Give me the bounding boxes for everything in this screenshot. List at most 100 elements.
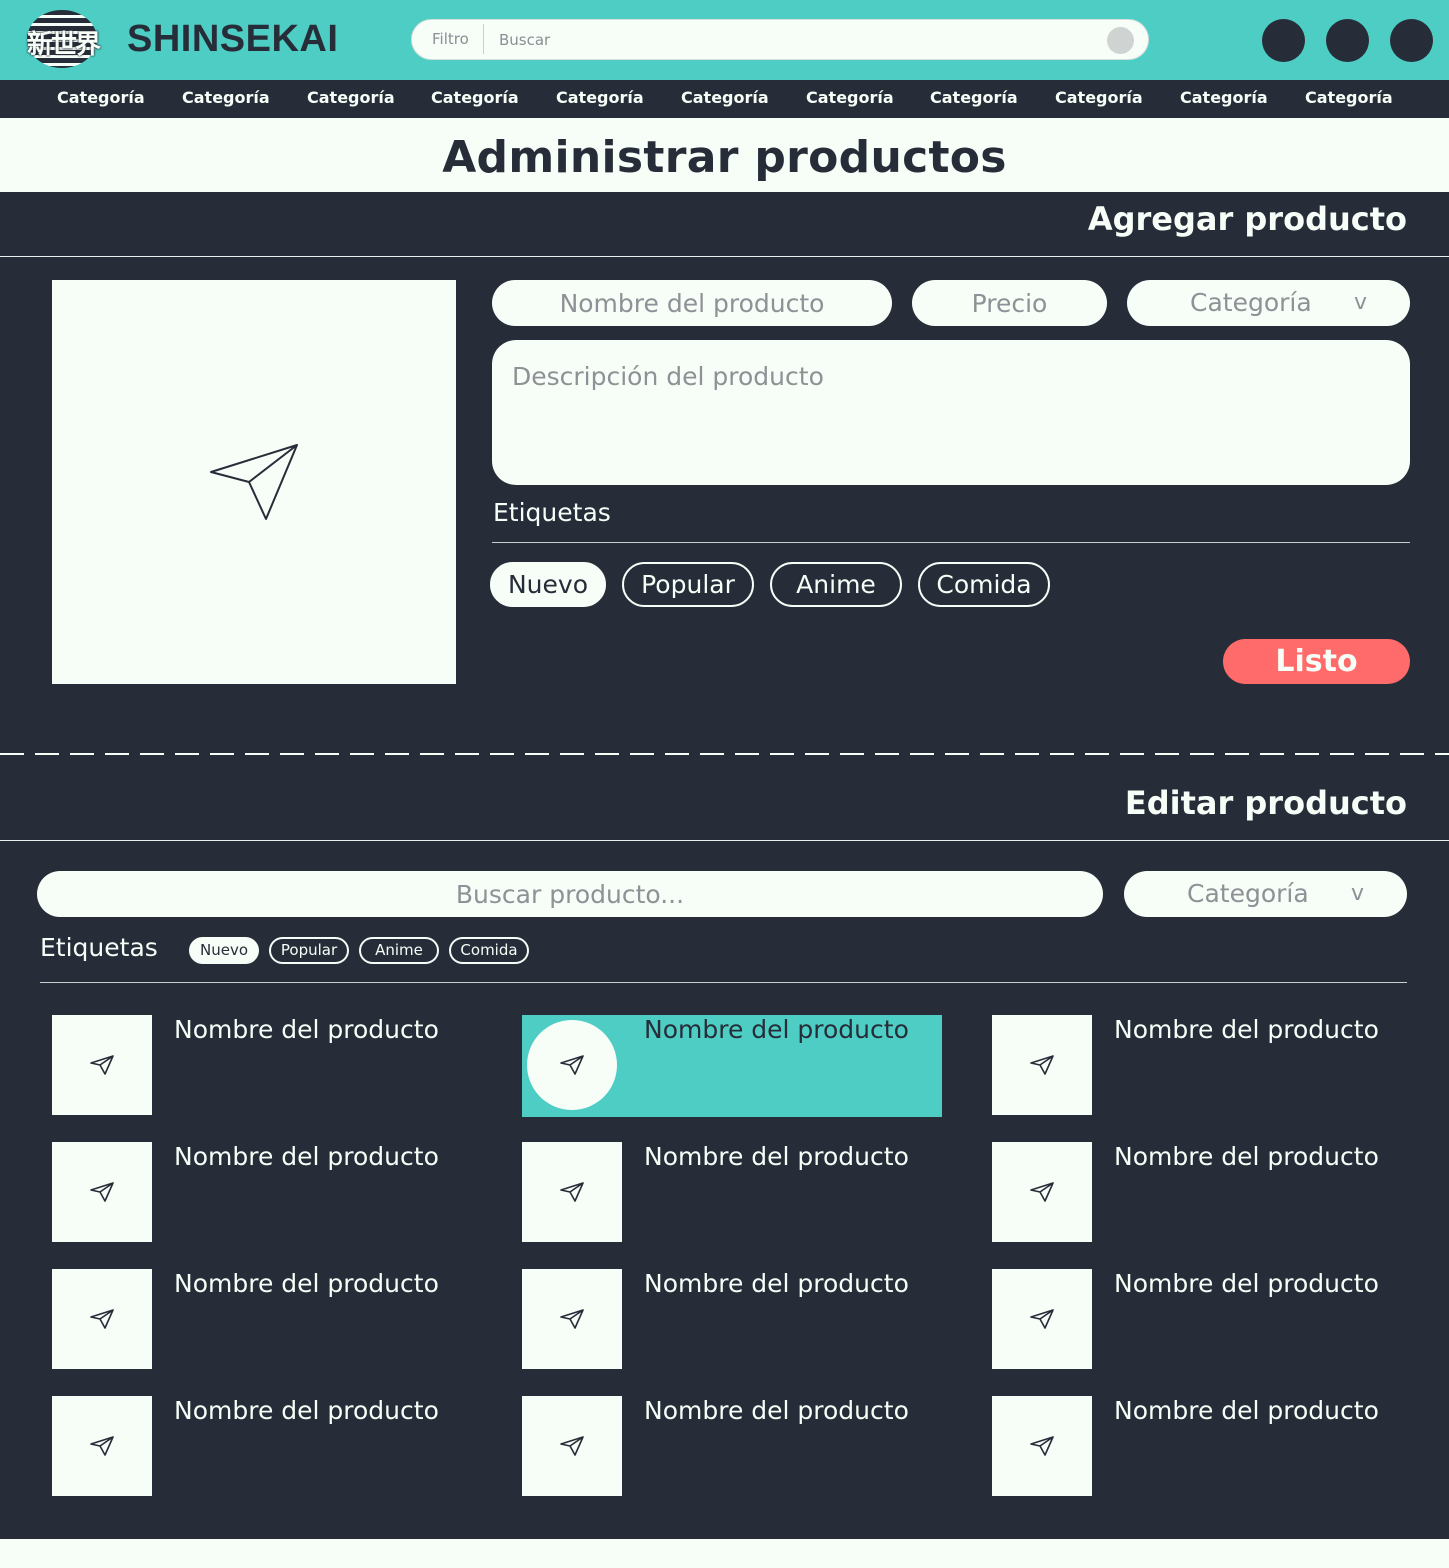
category-link[interactable]: Categoría [57, 80, 145, 118]
product-name: Nombre del producto [1114, 1015, 1379, 1044]
product-card[interactable]: Nombre del producto [522, 1142, 942, 1244]
divider [40, 982, 1407, 983]
send-icon [90, 1309, 114, 1329]
search-input[interactable] [499, 20, 1099, 59]
brand-name[interactable]: SHINSEKAI [127, 16, 338, 62]
product-card[interactable]: Nombre del producto [522, 1396, 942, 1498]
send-icon [90, 1182, 114, 1202]
tags-label: Etiquetas [493, 498, 611, 527]
product-card[interactable]: Nombre del producto [52, 1269, 472, 1371]
chevron-down-icon: v [1351, 881, 1365, 906]
send-icon [1030, 1309, 1054, 1329]
product-card[interactable]: Nombre del producto [992, 1269, 1412, 1371]
category-link[interactable]: Categoría [930, 80, 1018, 118]
filter-tag-comida[interactable]: Comida [449, 937, 529, 964]
product-name: Nombre del producto [174, 1269, 439, 1298]
product-thumbnail [992, 1142, 1092, 1242]
product-name: Nombre del producto [1114, 1269, 1379, 1298]
category-link[interactable]: Categoría [681, 80, 769, 118]
filter-tag-anime[interactable]: Anime [359, 937, 439, 964]
send-icon [560, 1436, 584, 1456]
add-product-title: Agregar producto [1087, 200, 1407, 238]
product-name: Nombre del producto [644, 1142, 909, 1171]
product-thumbnail [992, 1269, 1092, 1369]
product-name: Nombre del producto [174, 1015, 439, 1044]
category-link[interactable]: Categoría [1180, 80, 1268, 118]
search-divider [483, 24, 484, 54]
category-select-label: Categoría [1187, 879, 1309, 908]
product-thumbnail [52, 1269, 152, 1369]
category-link[interactable]: Categoría [556, 80, 644, 118]
product-name-field[interactable] [492, 280, 892, 326]
logo-kanji: 新世界 [27, 30, 101, 60]
product-thumbnail [522, 1269, 622, 1369]
category-select-label: Categoría [1190, 288, 1312, 317]
send-icon [1030, 1436, 1054, 1456]
user-icon[interactable] [1262, 19, 1305, 62]
product-name: Nombre del producto [174, 1142, 439, 1171]
tag-nuevo[interactable]: Nuevo [490, 562, 606, 607]
category-filter-select[interactable]: Categoría v [1124, 871, 1407, 917]
tags-filter-label: Etiquetas [40, 933, 158, 962]
section-separator [0, 753, 1449, 755]
send-icon [90, 1055, 114, 1075]
product-thumbnail [52, 1142, 152, 1242]
product-card[interactable]: Nombre del producto [992, 1142, 1412, 1244]
search-bar: Filtro [411, 19, 1149, 60]
send-icon [560, 1309, 584, 1329]
send-icon [90, 1436, 114, 1456]
send-icon [1030, 1182, 1054, 1202]
tag-anime[interactable]: Anime [770, 562, 902, 607]
category-select[interactable]: Categoría v [1127, 280, 1410, 326]
category-link[interactable]: Categoría [1055, 80, 1143, 118]
divider [492, 542, 1410, 543]
product-card[interactable]: Nombre del producto [992, 1396, 1412, 1498]
category-link[interactable]: Categoría [1305, 80, 1393, 118]
product-thumbnail [527, 1020, 617, 1110]
divider [0, 840, 1449, 841]
send-icon [560, 1182, 584, 1202]
product-thumbnail [52, 1396, 152, 1496]
product-name: Nombre del producto [1114, 1142, 1379, 1171]
category-link[interactable]: Categoría [806, 80, 894, 118]
filter-tag-popular[interactable]: Popular [269, 937, 349, 964]
filter-tag-nuevo[interactable]: Nuevo [189, 937, 259, 964]
chevron-down-icon: v [1354, 290, 1368, 315]
product-thumbnail [52, 1015, 152, 1115]
product-card[interactable]: Nombre del producto [522, 1015, 942, 1117]
product-thumbnail [522, 1396, 622, 1496]
tag-comida[interactable]: Comida [918, 562, 1050, 607]
product-card[interactable]: Nombre del producto [992, 1015, 1412, 1117]
tag-popular[interactable]: Popular [622, 562, 754, 607]
product-search-input[interactable] [37, 871, 1103, 917]
product-thumbnail [522, 1142, 622, 1242]
product-thumbnail [992, 1015, 1092, 1115]
product-name: Nombre del producto [644, 1015, 909, 1044]
send-icon [1030, 1055, 1054, 1075]
category-nav: Categoría Categoría Categoría Categoría … [0, 80, 1449, 118]
product-thumbnail [992, 1396, 1092, 1496]
edit-product-title: Editar producto [1124, 784, 1407, 822]
product-card[interactable]: Nombre del producto [522, 1269, 942, 1371]
product-name: Nombre del producto [644, 1269, 909, 1298]
product-name: Nombre del producto [1114, 1396, 1379, 1425]
product-description-field[interactable] [492, 340, 1410, 485]
menu-icon[interactable] [1390, 19, 1433, 62]
category-link[interactable]: Categoría [431, 80, 519, 118]
page-title: Administrar productos [442, 132, 1007, 183]
product-name: Nombre del producto [644, 1396, 909, 1425]
product-card[interactable]: Nombre del producto [52, 1015, 472, 1117]
send-icon [560, 1055, 584, 1075]
search-submit-icon[interactable] [1107, 27, 1134, 54]
divider [0, 256, 1449, 257]
product-card[interactable]: Nombre del producto [52, 1396, 472, 1498]
category-link[interactable]: Categoría [307, 80, 395, 118]
product-image-upload[interactable] [52, 280, 456, 684]
search-filter-button[interactable]: Filtro [432, 20, 469, 59]
done-button[interactable]: Listo [1223, 639, 1410, 684]
product-card[interactable]: Nombre del producto [52, 1142, 472, 1244]
product-price-field[interactable] [912, 280, 1107, 326]
category-link[interactable]: Categoría [182, 80, 270, 118]
cart-icon[interactable] [1326, 19, 1369, 62]
send-icon [210, 444, 298, 520]
